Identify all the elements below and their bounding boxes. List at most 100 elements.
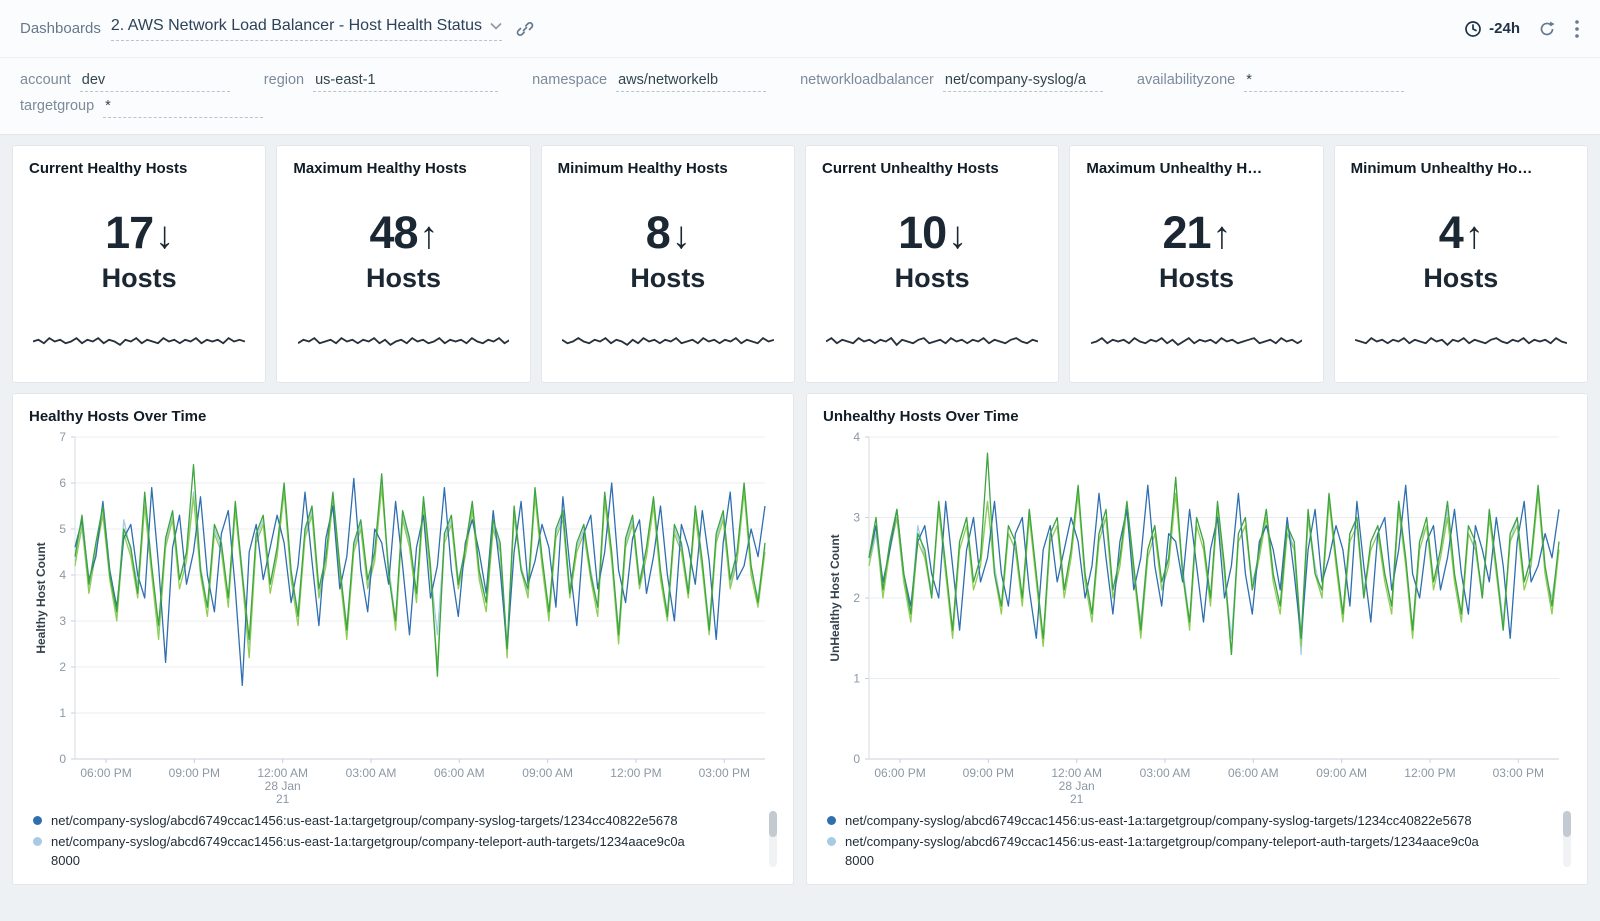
svg-text:4: 4 — [59, 568, 66, 582]
sparkline — [33, 334, 245, 352]
page-title: 2. AWS Network Load Balancer - Host Heal… — [111, 17, 482, 35]
stat-title: Current Unhealthy Hosts — [822, 160, 1042, 177]
stat-title: Maximum Unhealthy H… — [1086, 160, 1306, 177]
svg-text:12:00 PM: 12:00 PM — [1404, 766, 1455, 780]
time-range-control[interactable]: -24h — [1464, 20, 1520, 38]
svg-text:2: 2 — [59, 660, 66, 674]
legend-scrollbar[interactable] — [1563, 811, 1571, 867]
share-link-icon[interactable] — [516, 20, 534, 38]
unhealthy-hosts-chart[interactable]: 0123406:00 PM09:00 PM12:00 AM28 Jan2103:… — [823, 429, 1571, 807]
dashboard-title-dropdown[interactable]: 2. AWS Network Load Balancer - Host Heal… — [111, 17, 502, 41]
svg-text:6: 6 — [59, 476, 66, 490]
sparkline — [1091, 334, 1303, 352]
filter-region: region us-east-1 — [264, 72, 498, 92]
stat-unit: Hosts — [1086, 263, 1306, 294]
trend-down-icon: ↓ — [948, 215, 966, 257]
stat-value: 48↑ — [293, 207, 513, 259]
filter-availabilityzone-label: availabilityzone — [1137, 72, 1235, 88]
sparkline — [1355, 334, 1567, 352]
chart-title: Healthy Hosts Over Time — [29, 408, 777, 425]
filter-networkloadbalancer: networkloadbalancer net/company-syslog/a — [800, 72, 1103, 92]
svg-text:03:00 AM: 03:00 AM — [346, 766, 397, 780]
svg-text:09:00 AM: 09:00 AM — [1316, 766, 1367, 780]
svg-text:5: 5 — [59, 522, 66, 536]
stat-unit: Hosts — [293, 263, 513, 294]
filter-networkloadbalancer-value[interactable]: net/company-syslog/a — [943, 72, 1103, 92]
breadcrumb-dashboards[interactable]: Dashboards — [20, 20, 101, 37]
filter-account-value[interactable]: dev — [80, 72, 230, 92]
filter-availabilityzone-value[interactable]: * — [1244, 72, 1404, 92]
legend-color-dot — [827, 816, 836, 825]
legend-scrollbar[interactable] — [769, 811, 777, 867]
svg-text:06:00 PM: 06:00 PM — [80, 766, 131, 780]
top-bar: Dashboards 2. AWS Network Load Balancer … — [0, 0, 1600, 58]
svg-text:UnHealthy Host Count: UnHealthy Host Count — [828, 534, 842, 661]
stat-title: Minimum Unhealthy Ho… — [1351, 160, 1571, 177]
filter-availabilityzone: availabilityzone * — [1137, 72, 1404, 92]
svg-text:21: 21 — [276, 792, 290, 806]
stat-panel-max-unhealthy[interactable]: Maximum Unhealthy H… 21↑ Hosts — [1069, 145, 1323, 383]
svg-text:09:00 AM: 09:00 AM — [522, 766, 573, 780]
legend-color-dot — [33, 816, 42, 825]
healthy-hosts-chart[interactable]: 0123456706:00 PM09:00 PM12:00 AM28 Jan21… — [29, 429, 777, 807]
stat-panel-min-healthy[interactable]: Minimum Healthy Hosts 8↓ Hosts — [541, 145, 795, 383]
svg-text:03:00 PM: 03:00 PM — [699, 766, 750, 780]
legend-label: net/company-syslog/abcd6749ccac1456:us-e… — [845, 811, 1472, 830]
filter-bar: account dev region us-east-1 namespace a… — [0, 58, 1600, 135]
stat-value: 4↑ — [1351, 207, 1571, 259]
filter-targetgroup-label: targetgroup — [20, 98, 94, 114]
stat-title: Current Healthy Hosts — [29, 160, 249, 177]
svg-text:7: 7 — [59, 430, 66, 444]
dashboard-content: Current Healthy Hosts 17↓ Hosts Maximum … — [0, 135, 1600, 895]
kebab-menu-icon[interactable] — [1574, 19, 1580, 39]
clock-icon — [1464, 20, 1482, 38]
filter-region-value[interactable]: us-east-1 — [313, 72, 498, 92]
filter-namespace-value[interactable]: aws/networkelb — [616, 72, 766, 92]
trend-up-icon: ↑ — [420, 215, 438, 257]
chart-panel-healthy: Healthy Hosts Over Time 0123456706:00 PM… — [12, 393, 794, 885]
svg-text:1: 1 — [853, 672, 860, 686]
svg-text:09:00 PM: 09:00 PM — [963, 766, 1014, 780]
filter-targetgroup-value[interactable]: * — [103, 98, 263, 118]
filter-networkloadbalancer-label: networkloadbalancer — [800, 72, 934, 88]
filter-targetgroup: targetgroup * — [20, 98, 263, 118]
filter-account-label: account — [20, 72, 71, 88]
svg-text:12:00 PM: 12:00 PM — [610, 766, 661, 780]
legend-item[interactable]: net/company-syslog/abcd6749ccac1456:us-e… — [29, 811, 759, 830]
stat-unit: Hosts — [558, 263, 778, 294]
chart-panels-row: Healthy Hosts Over Time 0123456706:00 PM… — [12, 393, 1588, 885]
stat-unit: Hosts — [822, 263, 1042, 294]
legend-item[interactable]: net/company-syslog/abcd6749ccac1456:us-e… — [823, 811, 1553, 830]
svg-text:12:00 AM: 12:00 AM — [1051, 766, 1102, 780]
stat-value: 10↓ — [822, 207, 1042, 259]
svg-text:06:00 PM: 06:00 PM — [874, 766, 925, 780]
svg-text:03:00 AM: 03:00 AM — [1140, 766, 1191, 780]
stat-panel-max-healthy[interactable]: Maximum Healthy Hosts 48↑ Hosts — [276, 145, 530, 383]
stat-value: 17↓ — [29, 207, 249, 259]
stat-panel-min-unhealthy[interactable]: Minimum Unhealthy Ho… 4↑ Hosts — [1334, 145, 1588, 383]
svg-text:12:00 AM: 12:00 AM — [257, 766, 308, 780]
trend-down-icon: ↓ — [155, 215, 173, 257]
stat-panel-current-unhealthy[interactable]: Current Unhealthy Hosts 10↓ Hosts — [805, 145, 1059, 383]
stat-panel-current-healthy[interactable]: Current Healthy Hosts 17↓ Hosts — [12, 145, 266, 383]
filter-account: account dev — [20, 72, 230, 92]
stat-value: 8↓ — [558, 207, 778, 259]
filter-namespace-label: namespace — [532, 72, 607, 88]
chart-panel-unhealthy: Unhealthy Hosts Over Time 0123406:00 PM0… — [806, 393, 1588, 885]
refresh-icon[interactable] — [1538, 20, 1556, 38]
legend-item[interactable]: net/company-syslog/abcd6749ccac1456:us-e… — [823, 832, 1553, 870]
legend-item[interactable]: net/company-syslog/abcd6749ccac1456:us-e… — [29, 832, 759, 870]
legend-label: net/company-syslog/abcd6749ccac1456:us-e… — [51, 811, 678, 830]
filter-namespace: namespace aws/networkelb — [532, 72, 766, 92]
time-range-label: -24h — [1489, 20, 1520, 37]
legend-scrollbar-thumb[interactable] — [769, 811, 777, 837]
stat-panels-row: Current Healthy Hosts 17↓ Hosts Maximum … — [12, 145, 1588, 383]
legend-scrollbar-thumb[interactable] — [1563, 811, 1571, 837]
trend-down-icon: ↓ — [672, 215, 690, 257]
legend-label: net/company-syslog/abcd6749ccac1456:us-e… — [845, 832, 1485, 870]
svg-text:28 Jan: 28 Jan — [265, 779, 301, 793]
svg-text:09:00 PM: 09:00 PM — [169, 766, 220, 780]
svg-text:21: 21 — [1070, 792, 1084, 806]
svg-text:06:00 AM: 06:00 AM — [1228, 766, 1279, 780]
sparkline — [826, 334, 1038, 352]
